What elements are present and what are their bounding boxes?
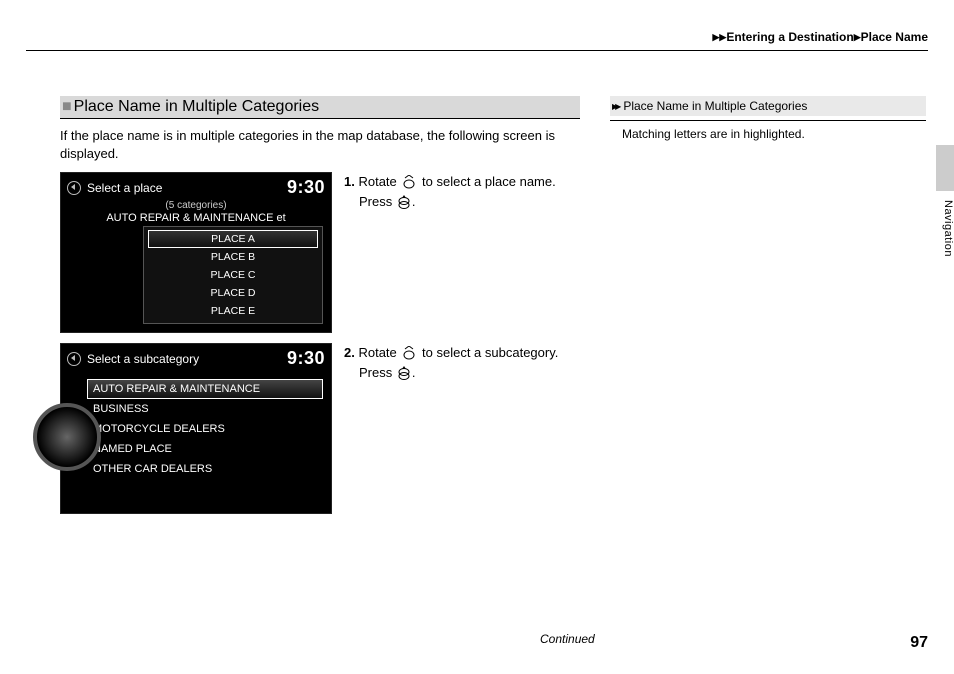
clock: 9:30 (287, 348, 325, 369)
screen-title: Select a place (87, 181, 162, 195)
thumb-tab (936, 145, 954, 191)
list-item[interactable]: PLACE D (148, 284, 318, 302)
screen-select-place: Select a place 9:30 (5 categories) AUTO … (60, 172, 332, 333)
screen-titlebar: Select a subcategory 9:30 (61, 344, 331, 371)
page-number: 97 (910, 634, 928, 652)
step-text: to select a place name. (422, 174, 556, 189)
step-1: 1. Rotate to select a place name. Press … (344, 172, 576, 211)
step-text: . (412, 365, 416, 380)
press-dial-icon (397, 366, 411, 380)
step-text: Rotate (358, 345, 396, 360)
header-rule (26, 50, 928, 51)
section-heading: ■Place Name in Multiple Categories (60, 96, 580, 119)
screen-body: AUTO REPAIR & MAINTENANCE BUSINESS MOTOR… (61, 371, 331, 513)
step-number: 1. (344, 174, 355, 189)
list-item[interactable]: NAMED PLACE (87, 439, 323, 459)
side-column: ▶▶ Place Name in Multiple Categories Mat… (610, 96, 926, 141)
press-dial-icon (397, 195, 411, 209)
step-2: 2. Rotate to select a subcategory. Press… (344, 343, 576, 382)
panel-row-1: Select a place 9:30 (5 categories) AUTO … (60, 172, 580, 333)
step-text: . (412, 194, 416, 209)
rotate-dial-icon (401, 346, 417, 360)
section-title: Place Name in Multiple Categories (74, 98, 319, 115)
breadcrumb-level2: Place Name (861, 30, 928, 44)
step-text: to select a subcategory. (422, 345, 558, 360)
categories-count: (5 categories) (69, 200, 323, 211)
list-item[interactable]: PLACE B (148, 248, 318, 266)
place-list[interactable]: PLACE A PLACE B PLACE C PLACE D PLACE E (143, 226, 323, 324)
clock: 9:30 (287, 177, 325, 198)
list-item[interactable]: MOTORCYCLE DEALERS (87, 419, 323, 439)
side-title: Place Name in Multiple Categories (623, 99, 807, 113)
main-column: ■Place Name in Multiple Categories If th… (60, 96, 580, 514)
rotate-dial-icon (401, 175, 417, 189)
double-triangle-icon: ▶▶ (612, 102, 618, 111)
list-item[interactable]: PLACE E (148, 302, 318, 320)
triangle-icon: ▶▶ (712, 32, 726, 42)
thumb-tab-label: Navigation (936, 200, 954, 257)
panel-row-2: Select a subcategory 9:30 AUTO REPAIR & … (60, 343, 580, 514)
side-heading: ▶▶ Place Name in Multiple Categories (610, 96, 926, 116)
list-item[interactable]: AUTO REPAIR & MAINTENANCE (87, 379, 323, 399)
square-bullet-icon: ■ (62, 98, 72, 115)
step-number: 2. (344, 345, 355, 360)
subcategory-list[interactable]: AUTO REPAIR & MAINTENANCE BUSINESS MOTOR… (87, 379, 323, 479)
breadcrumb: ▶▶Entering a Destination▶Place Name (712, 30, 928, 44)
back-icon[interactable] (67, 352, 81, 366)
screen-titlebar: Select a place 9:30 (61, 173, 331, 200)
breadcrumb-level1: Entering a Destination (726, 30, 853, 44)
step-text: Rotate (358, 174, 396, 189)
categories-name: AUTO REPAIR & MAINTENANCE et (69, 212, 323, 224)
back-icon[interactable] (67, 181, 81, 195)
list-item[interactable]: OTHER CAR DEALERS (87, 459, 323, 479)
screen-title: Select a subcategory (87, 352, 199, 366)
side-body-text: Matching letters are in highlighted. (610, 127, 926, 141)
step-text: Press (359, 365, 392, 380)
continued-label: Continued (540, 632, 595, 646)
side-rule (610, 120, 926, 121)
list-item[interactable]: PLACE A (148, 230, 318, 248)
triangle-icon: ▶ (854, 32, 861, 42)
intro-text: If the place name is in multiple categor… (60, 127, 580, 162)
dial-icon (33, 403, 101, 471)
step-text: Press (359, 194, 392, 209)
screen-select-subcategory: Select a subcategory 9:30 AUTO REPAIR & … (60, 343, 332, 514)
screen-body: (5 categories) AUTO REPAIR & MAINTENANCE… (61, 200, 331, 332)
list-item[interactable]: PLACE C (148, 266, 318, 284)
list-item[interactable]: BUSINESS (87, 399, 323, 419)
